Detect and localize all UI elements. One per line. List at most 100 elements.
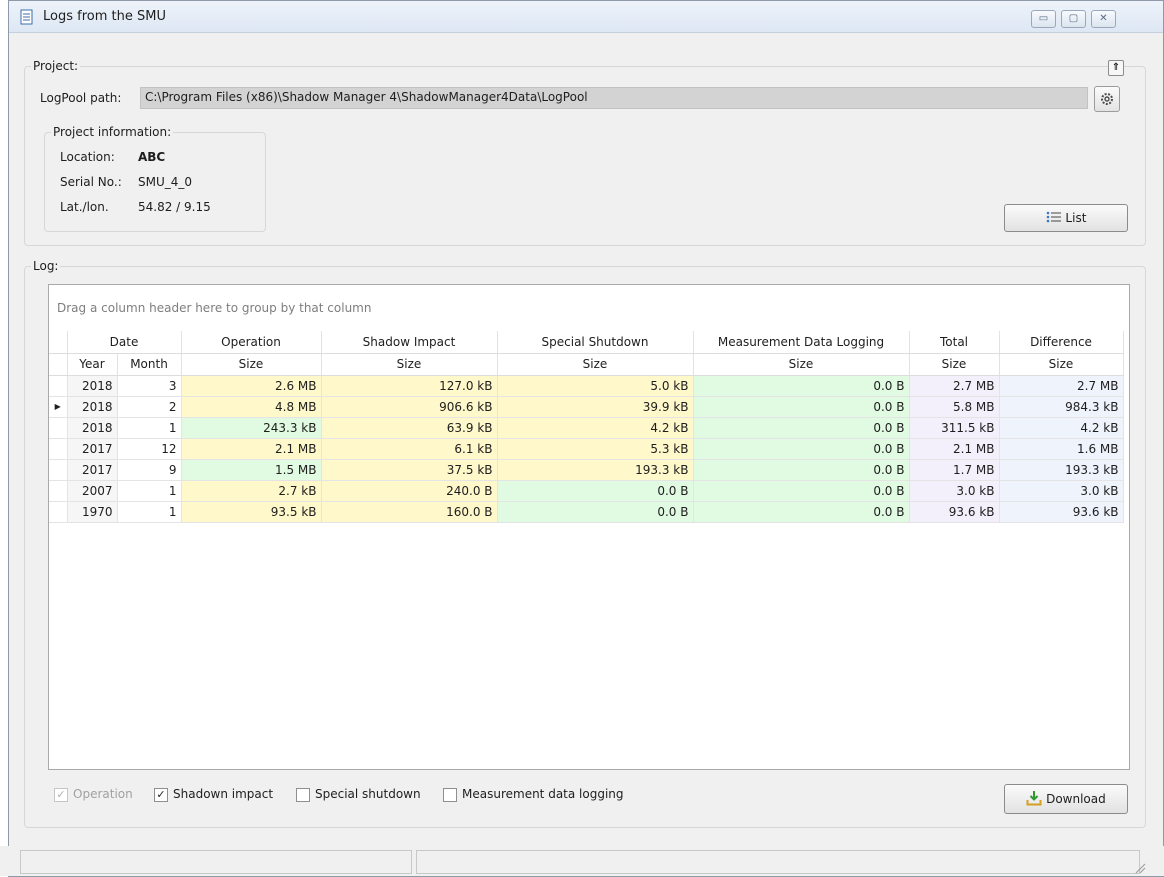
list-button[interactable]: List xyxy=(1004,204,1128,232)
serial-value: SMU_4_0 xyxy=(138,175,193,189)
operation-checkbox[interactable]: ✓ xyxy=(54,788,68,802)
download-button[interactable]: Download xyxy=(1004,784,1128,814)
band-header-operation[interactable]: Operation xyxy=(181,331,322,354)
column-header-operation-size[interactable]: Size xyxy=(181,353,322,376)
special-shutdown-cell: 5.3 kB xyxy=(497,438,694,460)
column-header-year[interactable]: Year xyxy=(67,353,118,376)
location-label: Location: xyxy=(60,150,115,164)
location-value: ABC xyxy=(138,150,166,164)
measurement-cell: 0.0 B xyxy=(693,459,910,481)
indicator-header xyxy=(49,331,68,354)
table-row[interactable]: 2018 3 2.6 MB 127.0 kB 5.0 kB 0.0 B 2.7 MB 2.7 … xyxy=(49,375,1124,397)
group-by-hint: Drag a column header here to group by th… xyxy=(57,301,372,315)
minimize-button[interactable]: ▭ xyxy=(1031,10,1056,28)
maximize-button[interactable]: ▢ xyxy=(1061,10,1086,28)
table-row[interactable]: ▶ 2018 2 4.8 MB 906.6 kB 39.9 kB 0.0 B 5.8 MB 98… xyxy=(49,396,1124,418)
measurement-cell: 0.0 B xyxy=(693,396,910,418)
row-indicator: ▶ xyxy=(49,396,68,418)
operation-checkbox-label: Operation xyxy=(73,787,133,801)
special-shutdown-cell: 193.3 kB xyxy=(497,459,694,481)
shadow-impact-cell: 906.6 kB xyxy=(321,396,498,418)
indicator-subheader xyxy=(49,353,68,376)
table-row[interactable]: 2018 1 243.3 kB 63.9 kB 4.2 kB 0.0 B 311.5 kB 4… xyxy=(49,417,1124,439)
special-shutdown-checkbox[interactable] xyxy=(296,788,310,802)
band-header-difference[interactable]: Difference xyxy=(999,331,1124,354)
status-bar xyxy=(0,846,1164,876)
gear-icon xyxy=(1101,93,1113,105)
resize-grip-icon[interactable] xyxy=(1134,862,1146,874)
log-table: Date Operation Shadow Impact Special Shu… xyxy=(49,331,1124,523)
row-indicator xyxy=(49,480,68,502)
shadow-impact-cell: 160.0 B xyxy=(321,501,498,523)
list-icon xyxy=(1046,211,1061,223)
year-cell: 2018 xyxy=(67,375,118,397)
difference-cell: 4.2 kB xyxy=(999,417,1124,439)
month-cell: 1 xyxy=(117,501,182,523)
row-indicator xyxy=(49,459,68,481)
measurement-cell: 0.0 B xyxy=(693,375,910,397)
month-cell: 2 xyxy=(117,396,182,418)
band-header-total[interactable]: Total xyxy=(909,331,1000,354)
difference-cell: 193.3 kB xyxy=(999,459,1124,481)
measurement-cell: 0.0 B xyxy=(693,501,910,523)
column-header-total-size[interactable]: Size xyxy=(909,353,1000,376)
shadow-impact-cell: 6.1 kB xyxy=(321,438,498,460)
special-shutdown-cell: 39.9 kB xyxy=(497,396,694,418)
difference-cell: 3.0 kB xyxy=(999,480,1124,502)
row-indicator xyxy=(49,375,68,397)
measurement-logging-checkbox-label: Measurement data logging xyxy=(462,787,624,801)
latlon-label: Lat./lon. xyxy=(60,200,109,214)
project-info-title: Project information: xyxy=(51,125,174,139)
band-header-shadow-impact[interactable]: Shadow Impact xyxy=(321,331,498,354)
column-header-shutdown-size[interactable]: Size xyxy=(497,353,694,376)
year-cell: 2018 xyxy=(67,417,118,439)
table-row[interactable]: 1970 1 93.5 kB 160.0 B 0.0 B 0.0 B 93.6 kB 93.6… xyxy=(49,501,1124,523)
year-cell: 2017 xyxy=(67,438,118,460)
status-cell-right xyxy=(416,850,1140,874)
special-shutdown-cell: 4.2 kB xyxy=(497,417,694,439)
measurement-cell: 0.0 B xyxy=(693,480,910,502)
total-cell: 2.1 MB xyxy=(909,438,1000,460)
band-header-special-shutdown[interactable]: Special Shutdown xyxy=(497,331,694,354)
total-cell: 3.0 kB xyxy=(909,480,1000,502)
total-cell: 1.7 MB xyxy=(909,459,1000,481)
table-row[interactable]: 2017 9 1.5 MB 37.5 kB 193.3 kB 0.0 B 1.7 MB 193… xyxy=(49,459,1124,481)
band-header-date[interactable]: Date xyxy=(67,331,182,354)
month-cell: 3 xyxy=(117,375,182,397)
collapse-project-button[interactable]: ⇑ xyxy=(1108,60,1124,76)
total-cell: 5.8 MB xyxy=(909,396,1000,418)
year-cell: 2017 xyxy=(67,459,118,481)
logpool-path-label: LogPool path: xyxy=(40,91,122,105)
logpool-path-field[interactable]: C:\Program Files (x86)\Shadow Manager 4\… xyxy=(140,87,1088,109)
measurement-logging-checkbox[interactable] xyxy=(443,788,457,802)
measurement-cell: 0.0 B xyxy=(693,417,910,439)
table-row[interactable]: 2017 12 2.1 MB 6.1 kB 5.3 kB 0.0 B 2.1 MB 1.6 M… xyxy=(49,438,1124,460)
download-button-label: Download xyxy=(1046,792,1106,806)
year-cell: 1970 xyxy=(67,501,118,523)
month-cell: 12 xyxy=(117,438,182,460)
table-row[interactable]: 2007 1 2.7 kB 240.0 B 0.0 B 0.0 B 3.0 kB 3.0 kB xyxy=(49,480,1124,502)
shadow-impact-cell: 63.9 kB xyxy=(321,417,498,439)
row-indicator xyxy=(49,438,68,460)
close-button[interactable]: ✕ xyxy=(1091,10,1116,28)
total-cell: 93.6 kB xyxy=(909,501,1000,523)
status-cell-left xyxy=(20,850,412,874)
row-indicator xyxy=(49,501,68,523)
special-shutdown-cell: 5.0 kB xyxy=(497,375,694,397)
row-indicator xyxy=(49,417,68,439)
column-header-shadow-size[interactable]: Size xyxy=(321,353,498,376)
difference-cell: 93.6 kB xyxy=(999,501,1124,523)
operation-cell: 2.1 MB xyxy=(181,438,322,460)
log-grid[interactable]: Drag a column header here to group by th… xyxy=(48,284,1130,770)
shadow-impact-checkbox[interactable]: ✓ xyxy=(154,788,168,802)
logpool-settings-button[interactable] xyxy=(1094,86,1120,112)
window-title: Logs from the SMU xyxy=(43,9,166,24)
column-header-month[interactable]: Month xyxy=(117,353,182,376)
column-header-measurement-size[interactable]: Size xyxy=(693,353,910,376)
month-cell: 1 xyxy=(117,417,182,439)
shadow-impact-checkbox-label: Shadown impact xyxy=(173,787,274,801)
band-header-measurement[interactable]: Measurement Data Logging xyxy=(693,331,910,354)
month-cell: 1 xyxy=(117,480,182,502)
column-header-difference-size[interactable]: Size xyxy=(999,353,1124,376)
shadow-impact-cell: 240.0 B xyxy=(321,480,498,502)
